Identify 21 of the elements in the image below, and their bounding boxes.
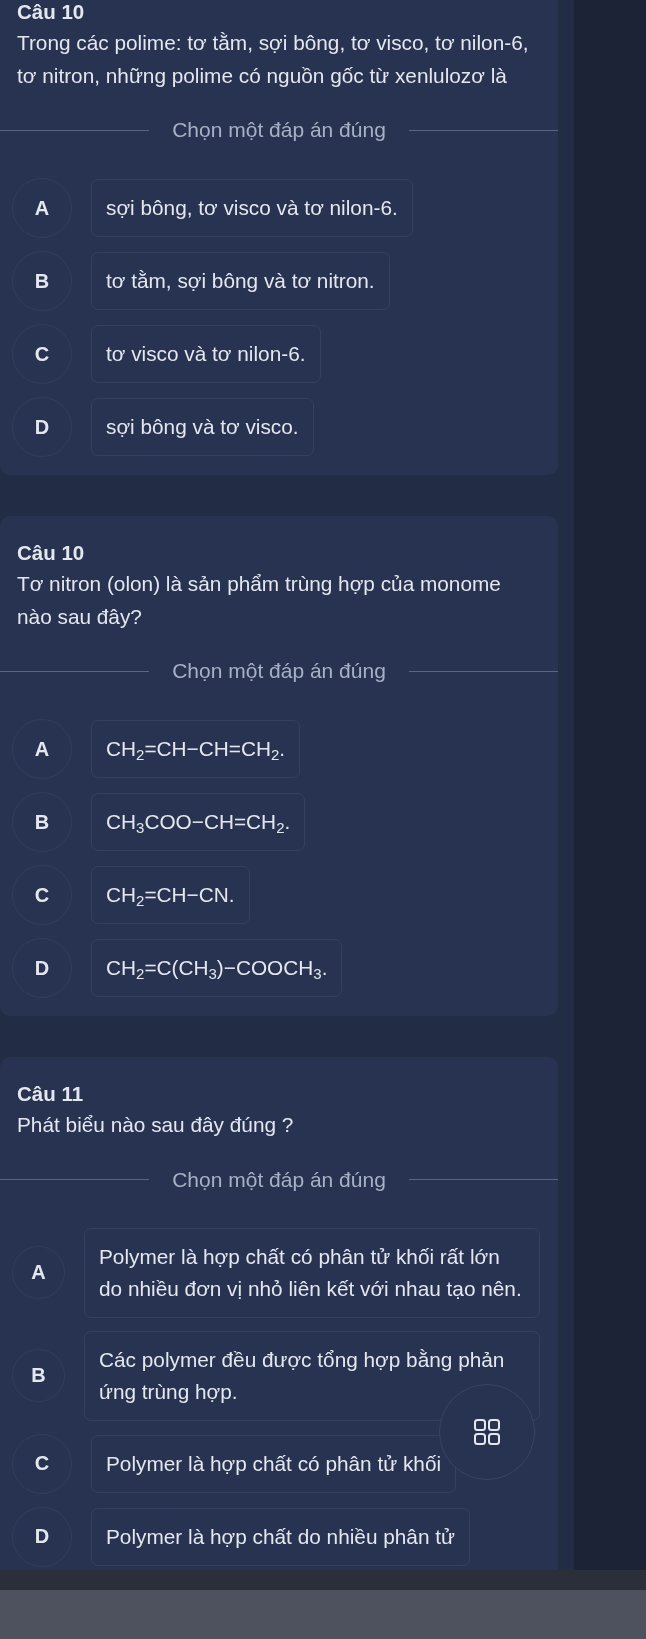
answer-option[interactable]: CH$_{3}$COO−CH=CH$_{2}$. [91,793,306,851]
answer-option[interactable]: CH$_{2}$=CH−CN. [91,866,250,924]
answer-option[interactable]: sợi bông và tơ visco. [91,398,314,456]
answer-option[interactable]: CH$_{2}$=C(CH$_{3}$)−COOCH$_{3}$. [91,939,343,997]
answer-option[interactable]: Polymer là hợp chất có phân tử khối rất lớn do nhiều đơn vị nhỏ liên kết với nhau tạo nên. [84,1227,540,1318]
question-number: Câu 11 [16,1082,85,1106]
choice-letter[interactable]: A [12,178,72,238]
answer-option[interactable]: CH$_{2}$=CH−CH=CH$_{2}$. [91,720,301,778]
instruction-label: Chọn một đáp án đúng [172,659,386,683]
instruction-label: Chọn một đáp án đúng [172,1167,386,1192]
question-number: Câu 10 [16,541,86,565]
instruction-label: Chọn một đáp án đúng [172,118,386,142]
question-text: Trong các polime: tơ tằm, sợi bông, tơ visco, tơ nilon-6, tơ nitron, những polime có nguồn gốc từ xenlulozơ là [16,30,530,89]
answer-option[interactable]: Polymer là hợp chất do nhiều phân tử [91,1507,470,1566]
question-text: Phát biểu nào sau đây đúng ? [16,1112,295,1138]
question-number: Câu 10 [16,0,86,24]
answer-option[interactable]: tơ visco và tơ nilon-6. [91,325,321,383]
question-text: Tơ nitron (olon) là sản phẩm trùng hợp của monome nào sau đây? [16,571,502,630]
grid-icon [474,1419,500,1445]
answer-option[interactable]: sợi bông, tơ visco và tơ nilon-6. [91,179,413,237]
answer-option[interactable]: tơ tằm, sợi bông và tơ nitron. [91,252,390,310]
